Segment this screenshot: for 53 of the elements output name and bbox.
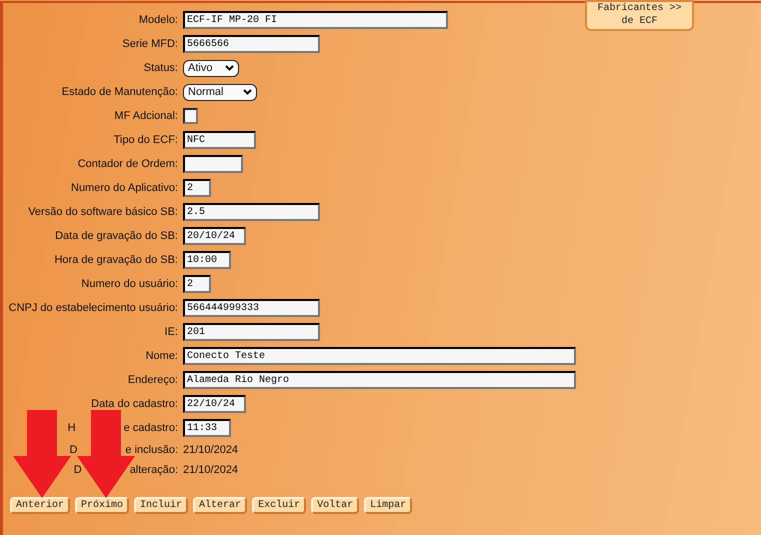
text-field[interactable]: Conecto Teste — [183, 347, 576, 365]
field-label: D — [74, 463, 82, 478]
field-label: MF Adcional: — [114, 109, 178, 124]
checkbox[interactable] — [183, 108, 198, 124]
form-button[interactable]: Excluir — [252, 497, 306, 514]
dropdown[interactable]: Normal — [183, 84, 257, 100]
manufacturers-button[interactable]: Fabricantes >> de ECF — [585, 0, 694, 31]
text-field[interactable]: 566444999333 — [183, 299, 320, 317]
text-field[interactable]: Alameda Rio Negro — [183, 371, 576, 389]
form-button[interactable]: Incluir — [134, 497, 188, 514]
text-field[interactable]: 22/10/24 — [183, 395, 246, 413]
field-label: Hora de gravação do SB: — [54, 253, 178, 268]
field-label: H — [68, 421, 76, 436]
field-label: Tipo do ECF: — [114, 133, 178, 148]
field-label: e inclusão: — [125, 443, 178, 458]
text-field[interactable]: 201 — [183, 323, 320, 341]
text-field[interactable]: 11:33 — [183, 419, 231, 437]
field-label: Numero do usuário: — [81, 277, 178, 292]
field-label: e cadastro: — [124, 421, 178, 436]
field-label: Status: — [144, 61, 178, 76]
date-text: 21/10/2024 — [183, 463, 238, 478]
form-button[interactable]: Anterior — [10, 497, 70, 514]
field-label: Data de gravação do SB: — [55, 229, 178, 244]
date-text: 21/10/2024 — [183, 443, 238, 458]
dropdown[interactable]: Ativo — [183, 60, 239, 76]
form-button[interactable]: Limpar — [364, 497, 412, 514]
field-label: Data do cadastro: — [91, 397, 178, 412]
chevron-down-icon — [243, 89, 252, 95]
field-label: alteração: — [130, 463, 178, 478]
field-label: Estado de Manutenção: — [62, 85, 178, 100]
text-field[interactable]: 5666566 — [183, 35, 320, 53]
field-label: Nome: — [146, 349, 178, 364]
text-field[interactable]: NFC — [183, 131, 256, 149]
field-label: D — [69, 443, 78, 458]
field-label: Numero do Aplicativo: — [71, 181, 178, 196]
text-field[interactable]: ECF-IF MP-20 FI — [183, 11, 448, 29]
field-label: IE: — [164, 325, 178, 340]
text-field[interactable]: 2.5 — [183, 203, 320, 221]
field-label: Versão do software básico SB: — [28, 205, 178, 220]
chevron-down-icon — [225, 65, 234, 71]
field-label: CNPJ do estabelecimento usuário: — [8, 301, 178, 316]
field-label: Contador de Ordem: — [78, 157, 178, 172]
field-label: Serie MFD: — [122, 37, 178, 52]
form-button[interactable]: Alterar — [193, 497, 248, 514]
form-button[interactable]: Voltar — [311, 497, 360, 514]
text-field[interactable]: 20/10/24 — [183, 227, 246, 245]
text-field[interactable]: 10:00 — [183, 251, 231, 269]
field-label: Endereço: — [128, 373, 178, 388]
text-field[interactable]: 2 — [183, 275, 211, 293]
form-button[interactable]: Próximo — [75, 497, 130, 514]
text-field[interactable] — [183, 155, 243, 173]
text-field[interactable]: 2 — [183, 179, 211, 197]
field-label: Modelo: — [138, 13, 178, 28]
